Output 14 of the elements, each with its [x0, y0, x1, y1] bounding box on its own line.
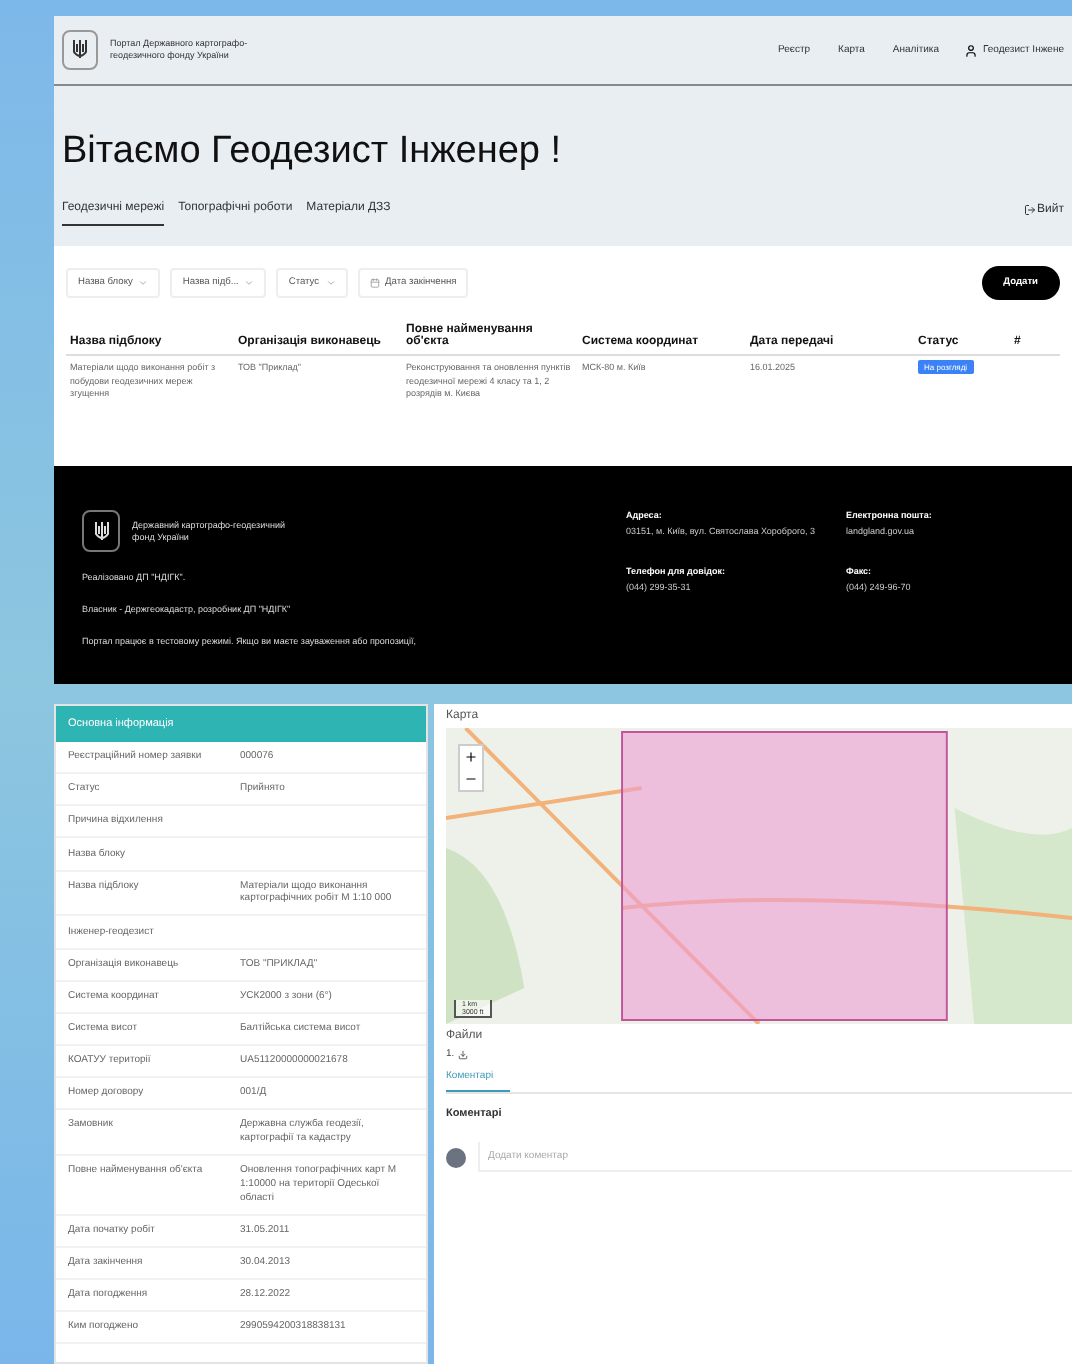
minus-icon	[464, 772, 478, 786]
download-icon[interactable]	[458, 1049, 469, 1059]
avatar	[446, 1147, 466, 1167]
plus-icon	[464, 750, 478, 764]
chevron-down-icon	[325, 278, 336, 288]
chevron-down-icon	[244, 278, 255, 288]
calendar-icon	[369, 278, 380, 288]
trident-icon	[93, 519, 109, 543]
chevron-down-icon	[138, 278, 149, 288]
welcome-title: Вітаємо Геодезист Інженер !	[62, 130, 564, 174]
zoom-in-button[interactable]	[460, 746, 482, 768]
trident-icon	[72, 38, 88, 62]
user-icon	[963, 43, 977, 57]
logout-icon	[1023, 204, 1036, 216]
